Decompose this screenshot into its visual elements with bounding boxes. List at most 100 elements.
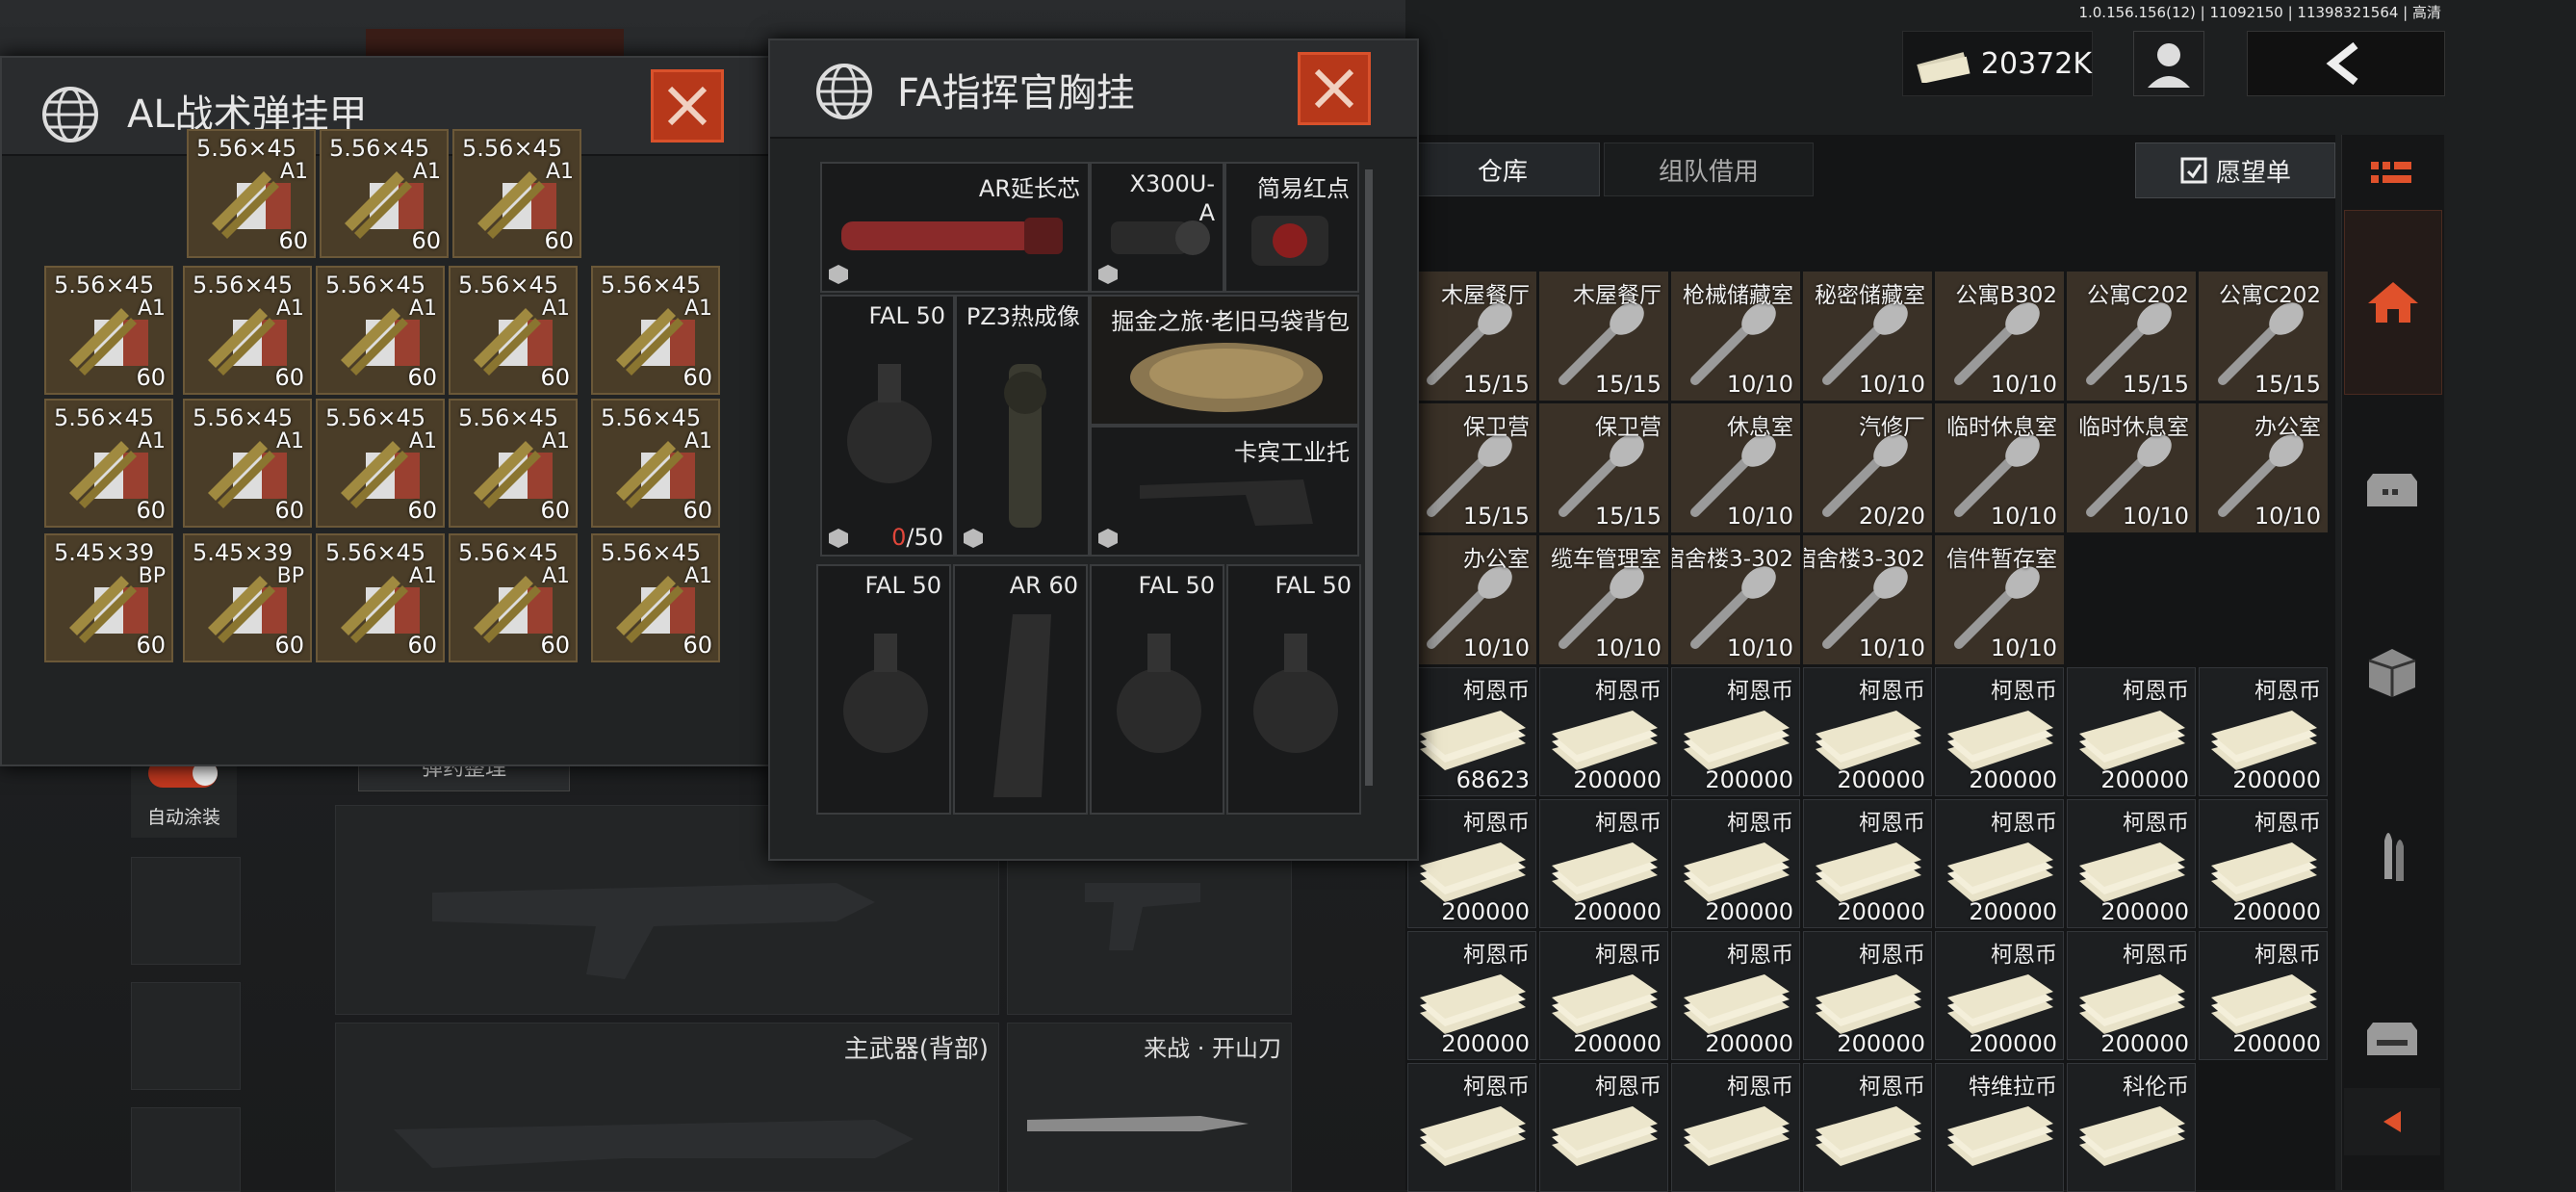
tab-team-borrow[interactable]: 组队借用 [1604,143,1814,196]
melee-slot[interactable]: 来战 · 开山刀 [1007,1023,1292,1192]
ammo-slot[interactable]: 5.56×45 A1 60 [44,399,173,528]
ammo-caliber: 5.56×45 [329,135,430,162]
sort-menu-button[interactable] [2344,141,2440,208]
ammo-slot[interactable]: 5.56×45 A1 60 [452,129,581,258]
key-item[interactable]: 临时休息室 10/10 [1935,403,2064,532]
ammo-slot[interactable]: 5.56×45 A1 60 [591,533,720,662]
money-item[interactable]: 柯恩币 [1539,1063,1668,1192]
item-ar-buffer-tube[interactable]: AR延长芯 [820,162,1090,293]
money-item[interactable]: 柯恩币 200000 [1539,931,1668,1060]
item-red-dot-sight[interactable]: 简易红点 [1224,162,1359,293]
money-item[interactable]: 柯恩币 200000 [1671,799,1800,928]
sidebar-ammo[interactable] [2344,809,2440,901]
money-item[interactable]: 柯恩币 200000 [1803,667,1932,796]
avatar-button[interactable] [2133,31,2204,96]
scrollbar[interactable] [1365,169,1373,786]
money-item[interactable]: 柯恩币 68623 [1407,667,1536,796]
money-item[interactable]: 柯恩币 200000 [2199,931,2328,1060]
ammo-slot[interactable]: 5.45×39 BP 60 [183,533,312,662]
money-item[interactable]: 柯恩币 200000 [1539,667,1668,796]
sidebar-container[interactable] [2344,992,2440,1084]
item-carbine-stock[interactable]: 卡宾工业托 [1090,426,1359,557]
ammo-slot[interactable]: 5.56×45 A1 60 [591,266,720,395]
money-item[interactable]: 柯恩币 200000 [1935,931,2064,1060]
item-old-bag[interactable]: 掘金之旅·老旧马袋背包 [1090,295,1359,426]
key-item[interactable]: 汽修厂 20/20 [1803,403,1932,532]
item-pz3-thermal[interactable]: PZ3热成像 [955,295,1090,557]
close-button[interactable] [1298,52,1371,125]
money-item[interactable]: 柯恩币 200000 [2067,799,2196,928]
key-item[interactable]: 公寓B302 10/10 [1935,272,2064,401]
ammo-slot[interactable]: 5.56×45 A1 60 [183,266,312,395]
money-item[interactable]: 柯恩币 200000 [2067,667,2196,796]
key-item[interactable]: 缆车管理室 10/10 [1539,535,1668,664]
item-x300-flashlight[interactable]: X300U-A [1090,162,1224,293]
ammo-slot[interactable]: 5.56×45 A1 60 [187,129,316,258]
key-item[interactable]: 宿舍楼3-302 10/10 [1671,535,1800,664]
money-item[interactable]: 柯恩币 200000 [1803,799,1932,928]
money-item[interactable]: 柯恩币 200000 [2067,931,2196,1060]
money-item[interactable]: 柯恩币 200000 [1539,799,1668,928]
sidebar-collapse[interactable] [2344,1088,2440,1155]
item-ar60-magazine[interactable]: AR 60 [953,564,1088,815]
ammo-slot[interactable]: 5.56×45 A1 60 [591,399,720,528]
money-item[interactable]: 特维拉币 [1935,1063,2064,1192]
ammo-slot[interactable]: 5.56×45 A1 60 [320,129,449,258]
money-item[interactable]: 柯恩币 200000 [1671,931,1800,1060]
sidebar-storage[interactable] [2344,443,2440,535]
primary-weapon-slot[interactable]: 主武器(背部) [335,1023,999,1192]
ammo-slot[interactable]: 5.56×45 A1 60 [449,533,578,662]
item-name: AR延长芯 [978,175,1080,202]
key-item[interactable]: 木屋餐厅 15/15 [1407,272,1536,401]
key-item[interactable]: 保卫营 15/15 [1539,403,1668,532]
key-item[interactable]: 办公室 10/10 [1407,535,1536,664]
cube-icon [1098,265,1118,284]
money-item[interactable]: 柯恩币 [1803,1063,1932,1192]
item-name: 木屋餐厅 [1573,283,1662,308]
item-fal-magazine[interactable]: FAL 50 [816,564,951,815]
key-item[interactable]: 枪械储藏室 10/10 [1671,272,1800,401]
money-item[interactable]: 柯恩币 [1407,1063,1536,1192]
key-item[interactable]: 公寓C202 15/15 [2199,272,2328,401]
item-name: 信件暂存室 [1946,547,2057,572]
money-item[interactable]: 柯恩币 200000 [2199,667,2328,796]
ammo-slot[interactable]: 5.56×45 A1 60 [316,399,445,528]
money-item[interactable]: 柯恩币 200000 [1803,931,1932,1060]
sidebar-home[interactable] [2344,210,2442,395]
money-item[interactable]: 柯恩币 200000 [1935,799,2064,928]
ammo-grade: A1 [683,429,712,453]
money-item[interactable]: 柯恩币 200000 [1671,667,1800,796]
money-item[interactable]: 柯恩币 200000 [2199,799,2328,928]
key-item[interactable]: 办公室 10/10 [2199,403,2328,532]
key-item[interactable]: 信件暂存室 10/10 [1935,535,2064,664]
money-item[interactable]: 柯恩币 [1671,1063,1800,1192]
key-item[interactable]: 保卫营 15/15 [1407,403,1536,532]
close-button[interactable] [651,69,724,143]
ammo-count: 60 [683,632,712,659]
key-item[interactable]: 宿舍楼3-302 10/10 [1803,535,1932,664]
key-item[interactable]: 秘密储藏室 10/10 [1803,272,1932,401]
back-button[interactable] [2247,31,2445,96]
item-count: 200000 [1969,898,2057,925]
item-fal-magazine[interactable]: FAL 50 [1226,564,1361,815]
money-item[interactable]: 柯恩币 200000 [1407,799,1536,928]
wishlist-button[interactable]: 愿望单 [2135,143,2335,198]
ammo-slot[interactable]: 5.56×45 A1 60 [449,399,578,528]
ammo-slot[interactable]: 5.56×45 A1 60 [183,399,312,528]
item-fal-magazine[interactable]: FAL 50 [1090,564,1224,815]
key-item[interactable]: 休息室 10/10 [1671,403,1800,532]
item-fal-magazine[interactable]: FAL 50 0/50 [820,295,955,557]
money-item[interactable]: 柯恩币 200000 [1935,667,2064,796]
tab-warehouse[interactable]: 仓库 [1405,143,1600,196]
money-item[interactable]: 科伦币 [2067,1063,2196,1192]
ammo-slot[interactable]: 5.56×45 A1 60 [44,266,173,395]
ammo-slot[interactable]: 5.56×45 A1 60 [316,266,445,395]
sidebar-crate[interactable] [2344,626,2440,718]
key-item[interactable]: 公寓C202 15/15 [2067,272,2196,401]
ammo-slot[interactable]: 5.45×39 BP 60 [44,533,173,662]
ammo-slot[interactable]: 5.56×45 A1 60 [449,266,578,395]
key-item[interactable]: 木屋餐厅 15/15 [1539,272,1668,401]
key-item[interactable]: 临时休息室 10/10 [2067,403,2196,532]
ammo-slot[interactable]: 5.56×45 A1 60 [316,533,445,662]
money-item[interactable]: 柯恩币 200000 [1407,931,1536,1060]
